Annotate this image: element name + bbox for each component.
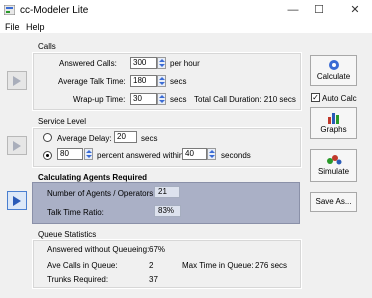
service-title: Service Level [38,117,87,126]
talk-time-unit: secs [170,77,187,86]
agents-play-button[interactable] [7,191,27,210]
talk-time-input[interactable]: 180 [130,75,157,87]
save-as-button[interactable]: Save As... [310,192,357,212]
bar-chart-icon [327,113,339,124]
average-delay-unit: secs [141,134,158,143]
wrapup-spinner[interactable] [157,93,166,105]
calculate-label: Calculate [316,72,351,81]
graphs-button[interactable]: Graphs [310,107,357,139]
average-delay-label: Average Delay: [57,134,112,143]
auto-calc-checkbox[interactable]: ✓ [311,93,320,102]
menu-file[interactable]: File [5,22,20,32]
ave-calls-queue-label: Ave Calls in Queue: [47,261,118,270]
max-time-queue-label: Max Time in Queue: [182,261,254,270]
talk-time-spinner[interactable] [157,75,166,87]
answered-calls-unit: per hour [170,59,200,68]
talk-ratio-label: Talk Time Ratio: [47,208,104,217]
total-duration-text: Total Call Duration: 210 secs [194,95,296,104]
auto-calc-label: Auto Calc [322,94,357,103]
close-button[interactable]: ✕ [346,2,364,18]
percent-spinner[interactable] [84,148,93,160]
calculate-icon [328,60,339,70]
wrapup-input[interactable]: 30 [130,93,157,105]
agents-title: Calculating Agents Required [38,173,148,182]
within-input[interactable]: 40 [182,148,207,160]
trunks-required-label: Trunks Required: [47,275,109,284]
wrapup-unit: secs [170,95,187,104]
graphs-label: Graphs [320,125,347,134]
play-icon [13,141,21,151]
answered-calls-label: Answered Calls: [59,59,117,68]
trunks-required-value: 37 [149,275,158,284]
calculate-button[interactable]: Calculate [310,55,357,86]
simulate-label: Simulate [317,167,350,176]
menu-bar [0,20,372,33]
simulate-button[interactable]: Simulate [310,149,357,182]
wrapup-label: Wrap-up Time: [73,95,126,104]
window-title: cc-Modeler Lite [20,5,89,16]
maximize-button[interactable]: ☐ [310,2,328,18]
simulate-icon [326,155,341,165]
calls-title: Calls [38,42,56,51]
percent-label: percent answered within [97,151,184,160]
agents-number-label: Number of Agents / Operators: [47,189,156,198]
play-icon [13,76,21,86]
percent-input[interactable]: 80 [57,148,83,160]
calls-play-button[interactable] [7,71,27,90]
talk-time-label: Average Talk Time: [58,77,126,86]
average-delay-radio[interactable] [43,133,52,142]
percent-answered-radio[interactable] [43,151,52,160]
average-delay-input[interactable]: 20 [114,131,137,143]
within-spinner[interactable] [207,148,216,160]
answered-calls-spinner[interactable] [157,57,166,69]
answered-no-queue-value: 67% [149,245,166,254]
within-unit: seconds [221,151,251,160]
app-icon [4,5,15,15]
queue-title: Queue Statistics [38,230,97,239]
max-time-queue-value: 276 secs [255,261,288,270]
minimize-button[interactable]: — [284,2,302,18]
agents-number-value: 21 [154,186,180,198]
ave-calls-queue-value: 2 [149,261,154,270]
service-play-button[interactable] [7,136,27,155]
talk-ratio-value: 83% [154,205,181,217]
answered-calls-input[interactable]: 300 [130,57,157,69]
play-icon [13,196,21,206]
answered-no-queue-label: Answered without Queueing: [47,245,150,254]
menu-help[interactable]: Help [26,22,45,32]
